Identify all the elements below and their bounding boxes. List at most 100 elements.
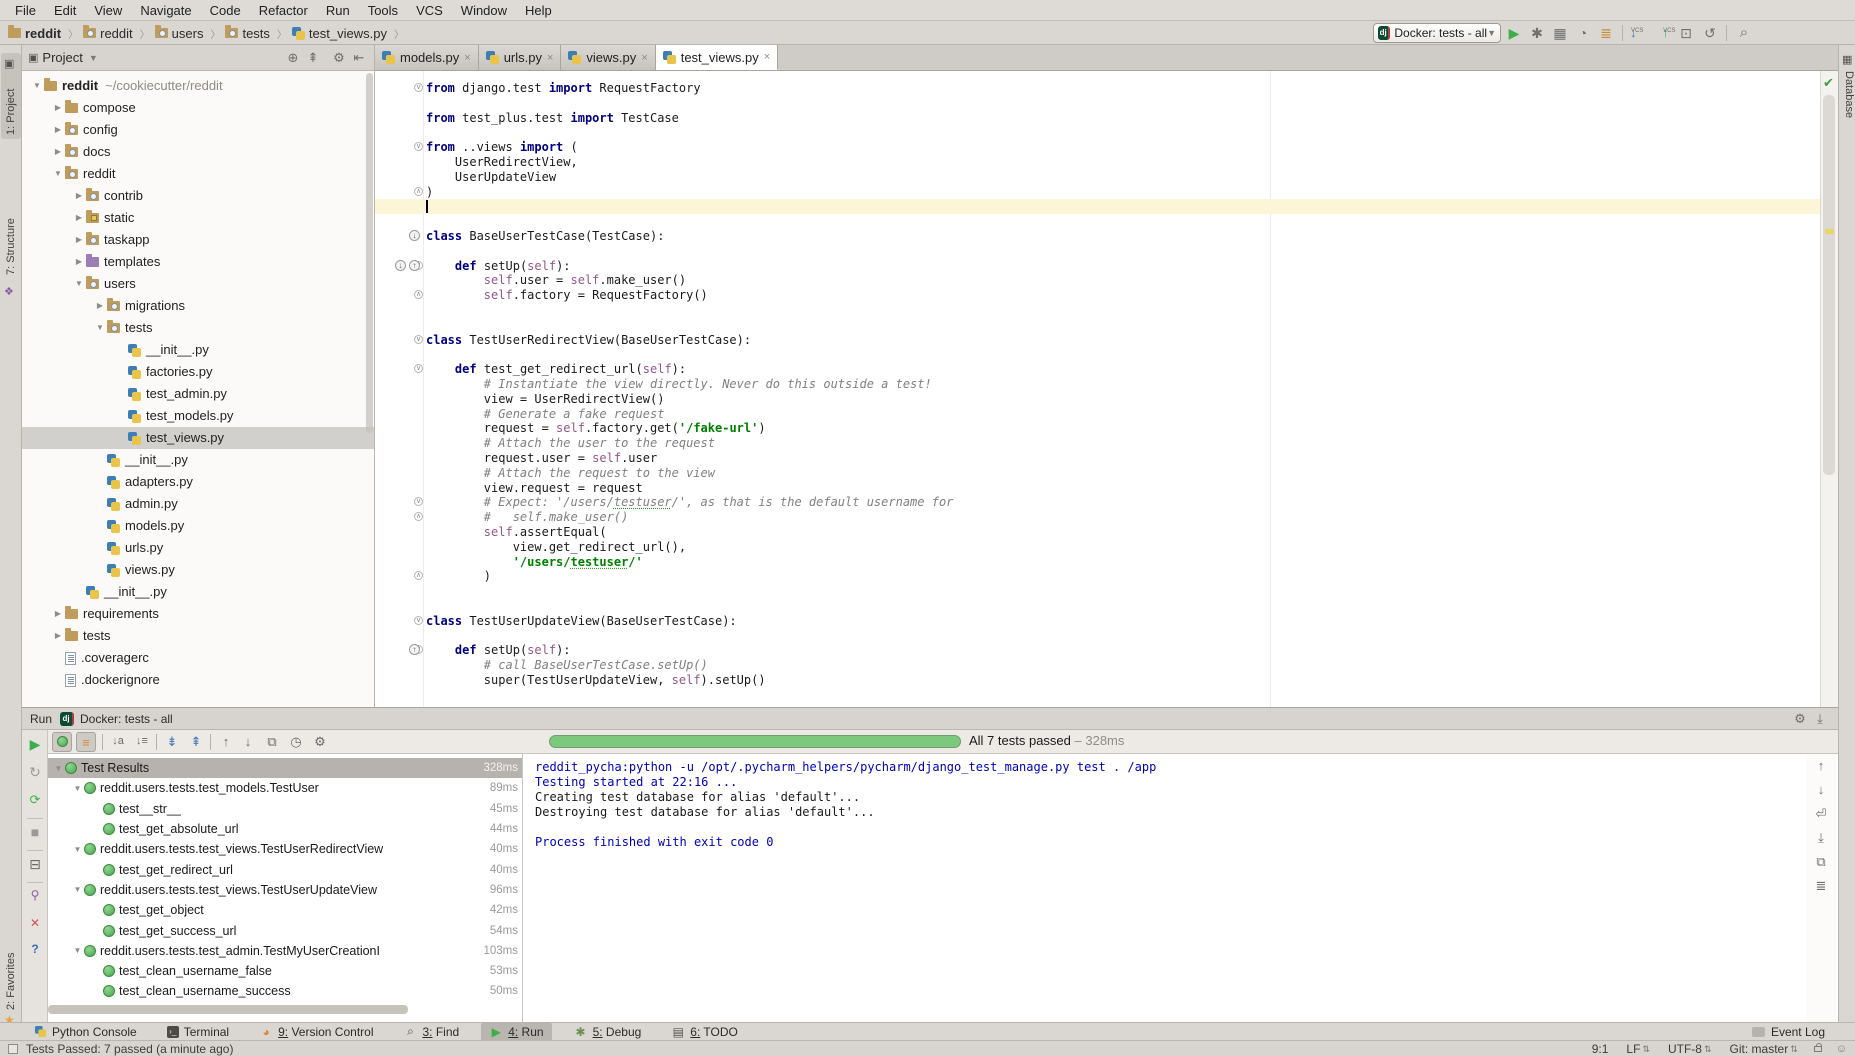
scroll-down-icon[interactable]: ↓ [1806, 778, 1836, 802]
status-message[interactable]: Tests Passed: 7 passed (a minute ago) [26, 1042, 233, 1056]
tree-item-admin-py[interactable]: admin.py [22, 493, 374, 515]
tree-item--dockerignore[interactable]: .dockerignore [22, 669, 374, 691]
status-widget-utf-8[interactable]: UTF-8⇅ [1668, 1042, 1712, 1056]
tree-item-models-py[interactable]: models.py [22, 515, 374, 537]
tree-item-compose[interactable]: ▶compose [22, 97, 374, 119]
profiler-button[interactable]: ◔ [1573, 23, 1593, 43]
previous-failed-test-icon[interactable]: ↑ [216, 732, 236, 752]
breadcrumb-item[interactable]: reddit [8, 26, 61, 41]
stripe-tab-favorites[interactable]: 2: Favorites [5, 953, 17, 1010]
vcs-update-button[interactable]: VCS↓ [1630, 25, 1637, 40]
tab-models-py[interactable]: models.py× [375, 45, 479, 70]
chevron-collapsed-icon[interactable]: ▶ [51, 603, 65, 625]
gear-icon[interactable]: ⚙ [1790, 711, 1810, 727]
vcs-commit-button[interactable]: VCS↑ [1662, 25, 1669, 40]
close-button[interactable]: ✕ [22, 916, 48, 930]
tree-item-static[interactable]: ▶static [22, 207, 374, 229]
menu-item-view[interactable]: View [85, 3, 131, 18]
expand-all-icon[interactable]: ⇟ [162, 732, 182, 752]
project-panel-title[interactable]: Project [42, 50, 82, 65]
tree-item-taskapp[interactable]: ▶taskapp [22, 229, 374, 251]
test-row-reddit-users-tests-test-views-testuserupdateview[interactable]: ▼reddit.users.tests.test_views.TestUserU… [48, 880, 522, 900]
fold-marker-icon[interactable]: ∨ [414, 616, 423, 625]
menu-item-code[interactable]: Code [201, 3, 250, 18]
run-button[interactable]: ▶ [1504, 23, 1524, 43]
chevron-down-icon[interactable]: ▼ [89, 53, 98, 63]
chevron-collapsed-icon[interactable]: ▶ [72, 229, 86, 251]
test-row-test-get-redirect-url[interactable]: test_get_redirect_url40ms [48, 859, 522, 879]
menu-item-navigate[interactable]: Navigate [131, 3, 200, 18]
tree-item-requirements[interactable]: ▶requirements [22, 603, 374, 625]
stripe-tab-project[interactable]: 1: Project [5, 89, 17, 135]
status-widget-lf[interactable]: LF⇅ [1626, 1042, 1650, 1056]
local-changes-button[interactable]: ⊡ [1676, 23, 1696, 43]
tree-item-adapters-py[interactable]: adapters.py [22, 471, 374, 493]
editor-error-stripe[interactable]: ✔ [1820, 71, 1838, 707]
tool-window-button-9-version-control[interactable]: ◕9: Version Control [251, 1023, 381, 1041]
test-row-test-clean-username-false[interactable]: test_clean_username_false53ms [48, 961, 522, 981]
chevron-expanded-icon[interactable]: ▼ [71, 784, 84, 793]
tool-window-button-python-console[interactable]: Python Console [26, 1023, 145, 1041]
hide-panel-icon[interactable]: ⤓ [1810, 711, 1830, 727]
fold-marker-icon[interactable]: ∨ [414, 83, 423, 92]
tree-item--coveragerc[interactable]: .coveragerc [22, 647, 374, 669]
sort-by-duration-toggle[interactable]: ≡ [76, 732, 96, 752]
soft-wrap-icon[interactable]: ⏎ [1806, 802, 1836, 826]
test-row-test-get-object[interactable]: test_get_object42ms [48, 900, 522, 920]
menu-item-run[interactable]: Run [317, 3, 359, 18]
run-configuration-select[interactable]: dj Docker: tests - all ▼ [1373, 23, 1501, 43]
editor-scrollbar-thumb[interactable] [1823, 95, 1835, 475]
status-widget-9-1[interactable]: 9:1 [1592, 1042, 1609, 1056]
stripe-tab-structure[interactable]: 7: Structure [5, 218, 17, 275]
tree-item-tests[interactable]: ▼tests [22, 317, 374, 339]
run-test-gutter-icon[interactable]: ↓ [409, 230, 420, 241]
test-row-reddit-users-tests-test-models-testuser[interactable]: ▼reddit.users.tests.test_models.TestUser… [48, 778, 522, 798]
help-button[interactable]: ? [22, 942, 48, 956]
chevron-expanded-icon[interactable]: ▼ [52, 764, 65, 773]
chevron-expanded-icon[interactable]: ▼ [71, 885, 84, 894]
tool-window-button-6-todo[interactable]: ▤6: TODO [663, 1023, 746, 1041]
close-icon[interactable]: × [464, 52, 470, 64]
tool-window-button-5-debug[interactable]: ✱5: Debug [566, 1023, 650, 1041]
run-test-gutter-icon[interactable]: ↑ [409, 260, 420, 271]
chevron-collapsed-icon[interactable]: ▶ [72, 185, 86, 207]
menu-item-window[interactable]: Window [452, 3, 516, 18]
hide-panel-icon[interactable]: ⇤ [350, 50, 368, 66]
restore-layout-button[interactable]: ⊟ [22, 856, 48, 873]
test-row-reddit-users-tests-test-views-testuserredirectview[interactable]: ▼reddit.users.tests.test_views.TestUserR… [48, 839, 522, 859]
tree-item-test-views-py[interactable]: test_views.py [22, 427, 374, 449]
collapse-all-icon[interactable]: ⇞ [304, 50, 322, 66]
sort-by-statistics-icon[interactable]: ↓≡ [132, 732, 152, 752]
test-row-test-str-[interactable]: test__str__45ms [48, 799, 522, 819]
run-test-gutter-icon[interactable]: ↓ [395, 260, 406, 271]
tree-item--init-py[interactable]: __init__.py [22, 449, 374, 471]
tool-window-button-4-run[interactable]: ▶4: Run [481, 1023, 551, 1041]
gear-icon[interactable]: ⚙ [310, 732, 330, 752]
show-passed-toggle[interactable] [52, 732, 72, 752]
debug-button[interactable]: ✱ [1527, 23, 1547, 43]
tree-item-factories-py[interactable]: factories.py [22, 361, 374, 383]
chevron-expanded-icon[interactable]: ▼ [30, 75, 44, 97]
pin-tab-button[interactable]: ⚲ [22, 888, 48, 902]
tree-item-contrib[interactable]: ▶contrib [22, 185, 374, 207]
breadcrumb-item[interactable]: users [155, 26, 204, 41]
run-console[interactable]: reddit_pycha:python -u /opt/.pycharm_hel… [527, 754, 1805, 1022]
tab-views-py[interactable]: views.py× [561, 45, 655, 70]
tree-item-reddit[interactable]: ▼reddit~/cookiecutter/reddit [22, 75, 374, 97]
test-row-test-get-absolute-url[interactable]: test_get_absolute_url44ms [48, 819, 522, 839]
menu-item-tools[interactable]: Tools [359, 3, 407, 18]
rerun-tests-button[interactable]: ▶ [22, 736, 48, 753]
clear-console-icon[interactable]: ≣ [1806, 874, 1836, 898]
tree-item-test-models-py[interactable]: test_models.py [22, 405, 374, 427]
test-row-test-clean-username-success[interactable]: test_clean_username_success50ms [48, 981, 522, 1001]
close-icon[interactable]: × [764, 51, 770, 63]
tab-urls-py[interactable]: urls.py× [479, 45, 562, 70]
test-row-reddit-users-tests-test-admin-testmyusercreationi[interactable]: ▼reddit.users.tests.test_admin.TestMyUse… [48, 941, 522, 961]
code-area[interactable]: from django.test import RequestFactoryfr… [375, 71, 1820, 707]
tree-item-reddit[interactable]: ▼reddit [22, 163, 374, 185]
chevron-expanded-icon[interactable]: ▼ [71, 845, 84, 854]
chevron-expanded-icon[interactable]: ▼ [72, 273, 86, 295]
readonly-lock-icon[interactable] [1814, 1046, 1822, 1052]
search-everywhere-icon[interactable]: ⌕ [1734, 23, 1754, 43]
tree-item--init-py[interactable]: __init__.py [22, 339, 374, 361]
